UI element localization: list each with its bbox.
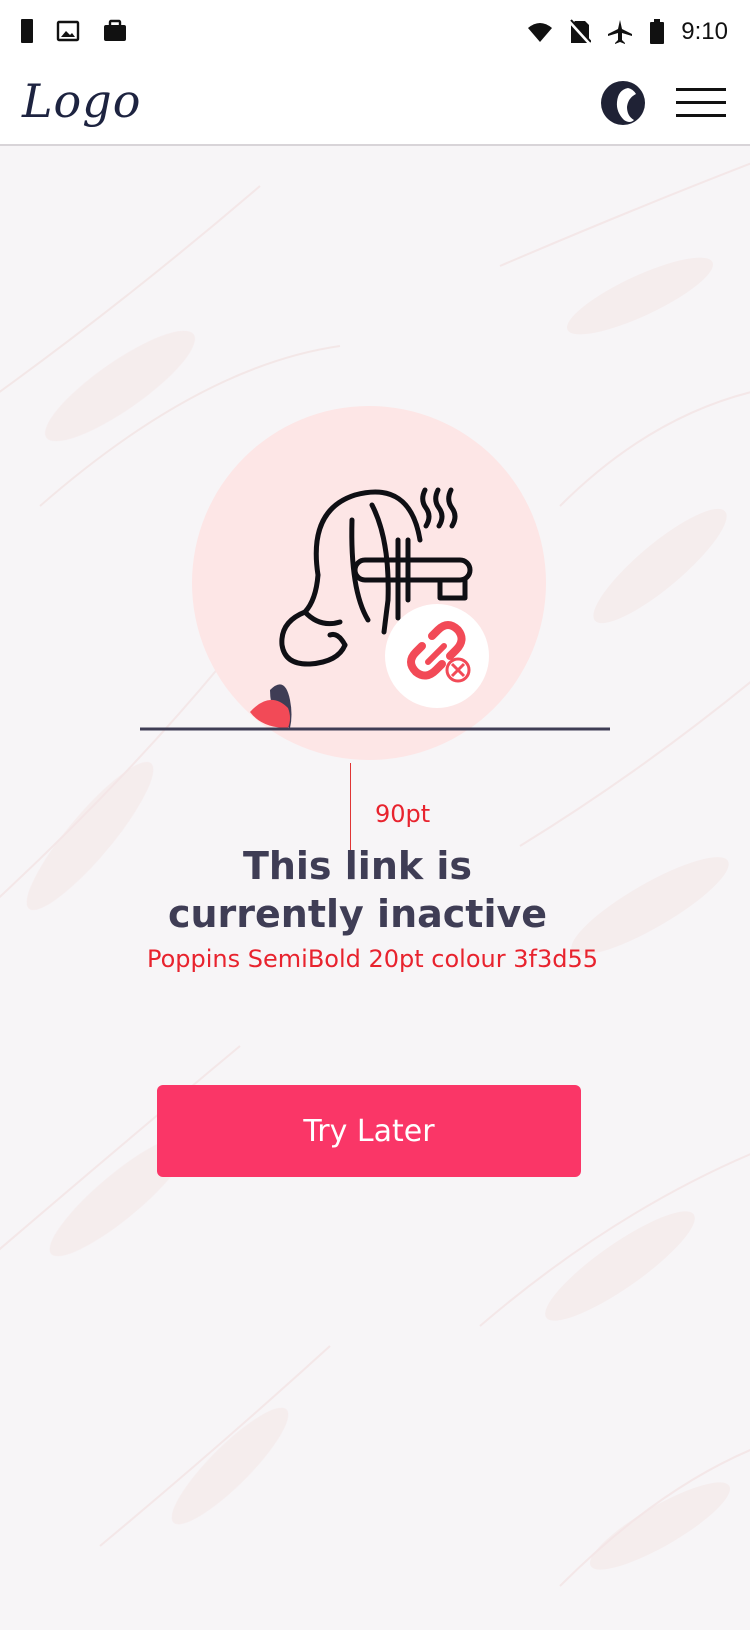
message-line-2: currently inactive bbox=[167, 892, 548, 936]
try-later-button[interactable]: Try Later bbox=[157, 1085, 581, 1177]
inactive-link-message: This link is currently inactive bbox=[0, 842, 715, 938]
spacing-annotation: 90pt bbox=[375, 800, 431, 828]
spacing-guide-line bbox=[350, 763, 351, 853]
illustration-circle bbox=[192, 406, 546, 760]
inactive-link-illustration bbox=[140, 406, 610, 760]
font-annotation: Poppins SemiBold 20pt colour 3f3d55 bbox=[146, 945, 599, 973]
message-line-1: This link is bbox=[242, 844, 473, 888]
